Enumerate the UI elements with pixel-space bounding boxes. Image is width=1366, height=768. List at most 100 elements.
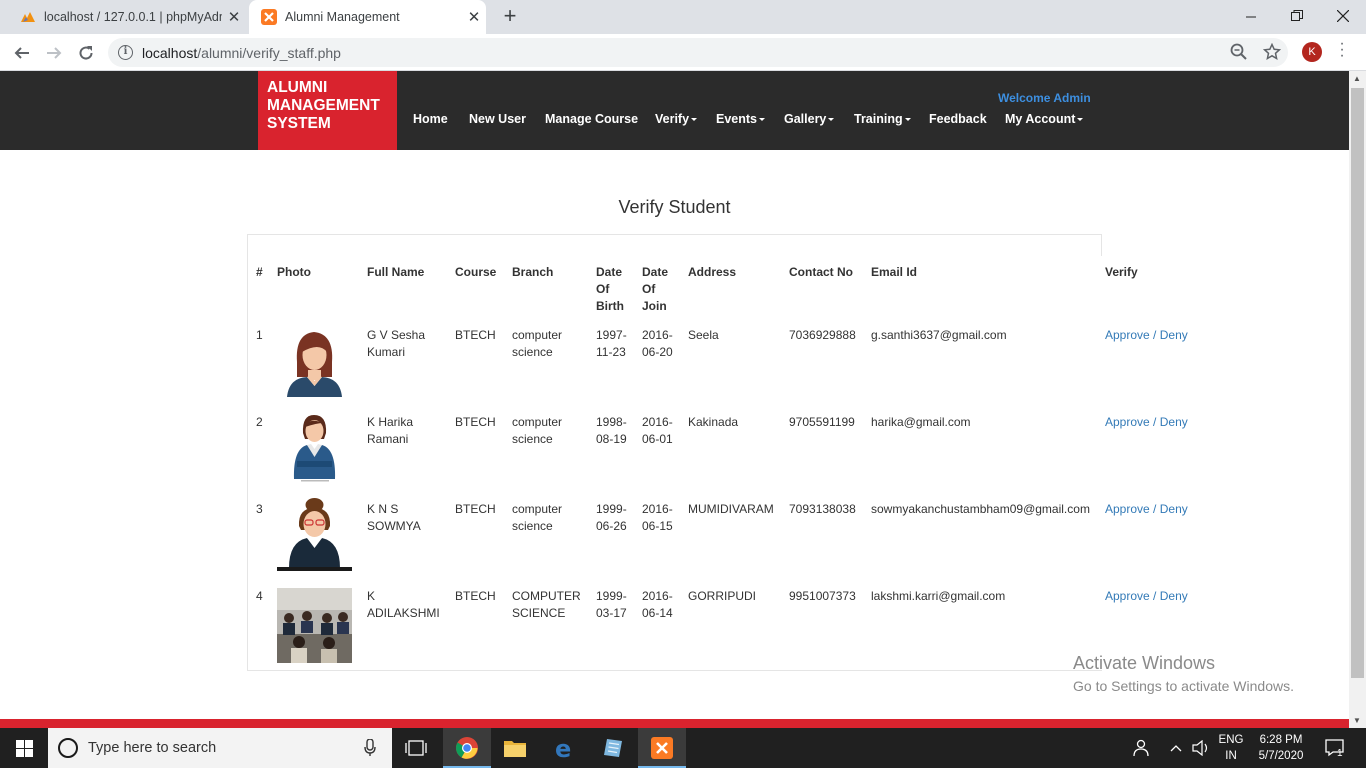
header-line: Of — [642, 282, 656, 296]
new-tab-button[interactable]: + — [498, 4, 522, 28]
address-bar[interactable]: i localhost/alumni/verify_staff.php — [108, 38, 1288, 67]
row-verify-actions: Approve / Deny — [1105, 414, 1188, 431]
nav-new-user[interactable]: New User — [469, 112, 526, 126]
row-branch: computer science — [512, 501, 562, 535]
brand-logo[interactable]: ALUMNI MANAGEMENT SYSTEM — [258, 71, 397, 150]
minimize-icon[interactable] — [1228, 0, 1274, 32]
deny-link[interactable]: Deny — [1160, 589, 1188, 603]
notes-app-icon[interactable] — [589, 728, 637, 768]
cell-line: Kumari — [367, 345, 406, 359]
cell-line: K — [367, 589, 376, 603]
cell-line: 1997- — [596, 328, 627, 342]
scrollbar-thumb[interactable] — [1351, 88, 1364, 678]
notification-center-icon[interactable]: 1 — [1325, 728, 1347, 768]
deny-link[interactable]: Deny — [1160, 415, 1188, 429]
nav-label: Verify — [655, 112, 690, 126]
col-header-full-name: Full Name — [367, 265, 425, 279]
scroll-up-icon[interactable]: ▲ — [1353, 74, 1361, 83]
info-icon[interactable]: i — [118, 45, 133, 60]
row-doj: 2016- 06-01 — [642, 414, 673, 448]
edge-icon[interactable]: e — [541, 728, 589, 768]
row-contact: 9951007373 — [789, 589, 856, 603]
row-dob: 1997- 11-23 — [596, 327, 627, 361]
cell-line: computer — [512, 328, 563, 342]
scroll-down-icon[interactable]: ▼ — [1353, 716, 1361, 725]
nav-gallery-dropdown[interactable]: Gallery — [784, 112, 835, 126]
nav-manage-course[interactable]: Manage Course — [545, 112, 638, 126]
col-header-dob: Date Of Birth — [596, 264, 624, 315]
tab-alumni-management[interactable]: Alumni Management ✕ — [249, 0, 486, 34]
approve-link[interactable]: Approve — [1105, 415, 1150, 429]
volume-icon[interactable] — [1192, 728, 1210, 768]
nav-training-dropdown[interactable]: Training — [854, 112, 911, 126]
row-email: g.santhi3637@gmail.com — [871, 328, 1007, 342]
panel-border — [1101, 234, 1102, 256]
cell-line: 08-19 — [596, 432, 627, 446]
nav-events-dropdown[interactable]: Events — [716, 112, 765, 126]
back-icon[interactable] — [8, 39, 36, 67]
cell-line: COMPUTER — [512, 589, 581, 603]
clock-time: 6:28 PM — [1259, 734, 1303, 746]
task-view-icon[interactable] — [392, 728, 440, 768]
nav-feedback[interactable]: Feedback — [929, 112, 987, 126]
row-contact: 7093138038 — [789, 502, 856, 516]
url-text: localhost/alumni/verify_staff.php — [142, 45, 341, 61]
tab-title: localhost / 127.0.0.1 | phpMyAdmin — [44, 10, 222, 24]
row-dob: 1998- 08-19 — [596, 414, 627, 448]
tab-phpmyadmin[interactable]: localhost / 127.0.0.1 | phpMyAdmin ✕ — [8, 0, 246, 34]
zoom-icon[interactable] — [1230, 43, 1248, 66]
cell-line: 2016- — [642, 589, 673, 603]
approve-link[interactable]: Approve — [1105, 589, 1150, 603]
approve-link[interactable]: Approve — [1105, 502, 1150, 516]
microphone-icon[interactable] — [364, 738, 376, 762]
nav-my-account-dropdown[interactable]: My Account — [1005, 112, 1084, 126]
cell-line: G V Sesha — [367, 328, 426, 342]
file-explorer-icon[interactable] — [491, 728, 539, 768]
row-email: lakshmi.karri@gmail.com — [871, 589, 1006, 603]
restore-icon[interactable] — [1274, 0, 1320, 32]
windows-start-icon[interactable] — [0, 728, 48, 768]
taskbar-clock[interactable]: 6:28 PM 5/7/2020 — [1250, 732, 1312, 764]
taskbar-search-box[interactable]: Type here to search — [48, 728, 392, 768]
cell-line: 11-23 — [596, 345, 626, 359]
nav-home[interactable]: Home — [413, 112, 448, 126]
row-email: sowmyakanchustambham09@gmail.com — [871, 502, 1090, 516]
people-icon[interactable] — [1132, 728, 1150, 768]
deny-link[interactable]: Deny — [1160, 328, 1188, 342]
cell-line: ADILAKSHMI — [367, 606, 440, 620]
close-tab-icon[interactable]: ✕ — [222, 8, 246, 26]
browser-menu-icon[interactable]: · · · — [1338, 36, 1346, 64]
row-branch: computer science — [512, 414, 562, 448]
row-contact: 7036929888 — [789, 328, 856, 342]
nav-verify-dropdown[interactable]: Verify — [655, 112, 698, 126]
chevron-up-icon[interactable] — [1170, 728, 1182, 768]
col-header-num: # — [256, 265, 263, 279]
cell-line: 03-17 — [596, 606, 627, 620]
reload-icon[interactable] — [72, 39, 100, 67]
caret-down-icon — [904, 118, 911, 122]
cell-line: 2016- — [642, 328, 673, 342]
col-header-email: Email Id — [871, 265, 918, 279]
clock-date: 5/7/2020 — [1258, 750, 1304, 762]
approve-link[interactable]: Approve — [1105, 328, 1150, 342]
close-tab-icon[interactable]: ✕ — [462, 8, 486, 26]
nav-label: Events — [716, 112, 757, 126]
browser-toolbar: i localhost/alumni/verify_staff.php — [0, 34, 1366, 71]
forward-icon[interactable] — [40, 39, 68, 67]
cell-line: K Harika — [367, 415, 414, 429]
bookmark-star-icon[interactable] — [1262, 42, 1282, 66]
close-window-icon[interactable] — [1320, 0, 1366, 32]
row-doj: 2016- 06-15 — [642, 501, 673, 535]
input-language[interactable]: ENG IN — [1218, 732, 1244, 764]
row-address: GORRIPUDI — [688, 589, 757, 603]
app-navbar: ALUMNI MANAGEMENT SYSTEM Home New User M… — [0, 71, 1349, 150]
cell-line: 1998- — [596, 415, 627, 429]
profile-avatar[interactable]: K — [1302, 42, 1322, 62]
row-branch: computer science — [512, 327, 562, 361]
xampp-taskbar-icon[interactable] — [638, 728, 686, 768]
separator: / — [1153, 502, 1157, 516]
deny-link[interactable]: Deny — [1160, 502, 1188, 516]
page-scrollbar[interactable]: ▲ ▼ — [1349, 71, 1366, 728]
row-verify-actions: Approve / Deny — [1105, 327, 1188, 344]
chrome-icon[interactable] — [443, 728, 491, 768]
